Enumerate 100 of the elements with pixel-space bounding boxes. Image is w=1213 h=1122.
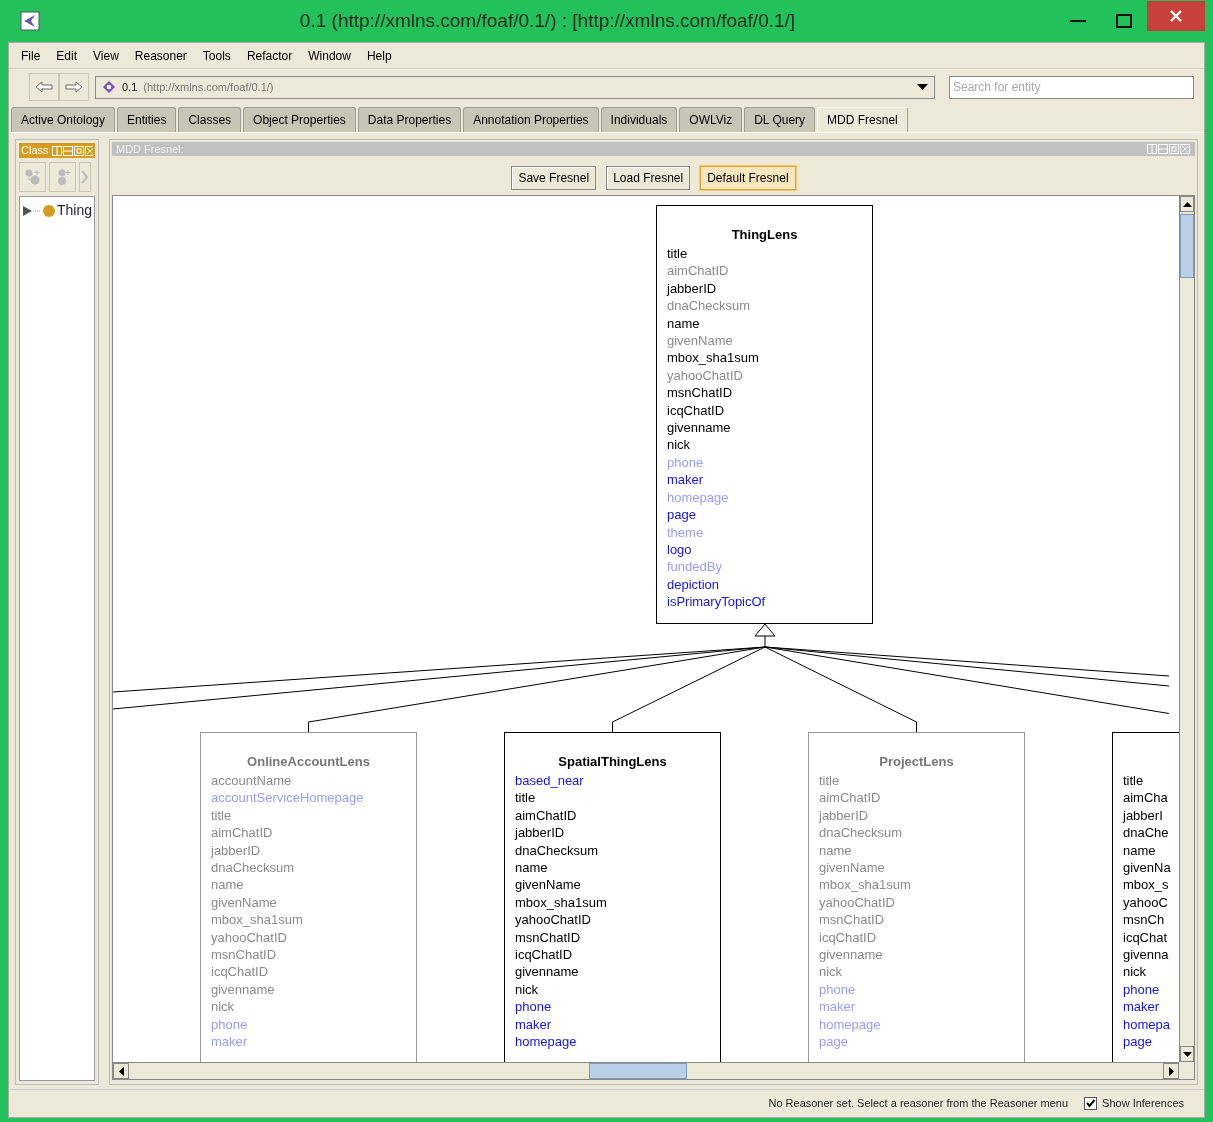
property-item[interactable]: name: [1123, 841, 1156, 860]
property-item[interactable]: dnaChecksum: [819, 824, 903, 842]
property-item[interactable]: title: [667, 245, 688, 263]
delete-button[interactable]: [79, 162, 91, 192]
lens-box[interactable]: SpatialThingLens based_near title aimChatID jabberID dnaChecksum name givenName mbox_sha1sum yahooChatID msnChatID icqChatID givenname nick phone maker homepage: [504, 732, 721, 1062]
property-item[interactable]: nick: [819, 963, 843, 981]
menu-item[interactable]: Refactor: [238, 46, 301, 65]
property-item[interactable]: phone: [1123, 980, 1160, 999]
scroll-right-button[interactable]: [1163, 1063, 1179, 1079]
property-item[interactable]: dnaChecksum: [667, 297, 751, 315]
lens-box[interactable]: ProjectLens title aimChatID jabberID dnaChecksum name givenName mbox_sha1sum yahooChatID msnChatID icqChatID givenname nick phone maker homepage page: [808, 732, 1025, 1062]
property-item[interactable]: icqChatID: [667, 401, 725, 420]
property-item[interactable]: givenname: [211, 980, 275, 999]
property-item[interactable]: yahooChatID: [515, 911, 591, 929]
menu-item[interactable]: Help: [358, 46, 400, 65]
property-item[interactable]: jabberI: [1123, 806, 1163, 825]
menu-item[interactable]: View: [85, 46, 127, 65]
property-item[interactable]: givenName: [515, 876, 581, 894]
property-item[interactable]: mbox_sha1sum: [211, 911, 303, 929]
property-item[interactable]: icqChat: [1123, 928, 1168, 947]
back-button[interactable]: [29, 73, 59, 101]
property-item[interactable]: givenname: [667, 419, 731, 437]
property-item[interactable]: givenNa: [1123, 859, 1171, 877]
property-item[interactable]: nick: [667, 436, 691, 454]
property-item[interactable]: msnChatID: [819, 911, 885, 929]
property-item[interactable]: maker: [1123, 998, 1160, 1016]
tab[interactable]: MDD Fresnel: [817, 107, 908, 132]
property-item[interactable]: based_near: [515, 772, 584, 790]
add-subclass-button[interactable]: [19, 162, 46, 192]
fresnel-button[interactable]: Save Fresnel: [511, 166, 597, 190]
property-item[interactable]: isPrimaryTopicOf: [667, 593, 766, 611]
property-item[interactable]: mbox_sha1sum: [515, 893, 607, 912]
property-item[interactable]: givenName: [667, 332, 733, 350]
menu-item[interactable]: Tools: [194, 46, 239, 65]
lens-box[interactable]: ThingLens title aimChatID jabberID dnaChecksum name givenName mbox_sha1sum yahooChatID msnChatID icqChatID givenname nick phone maker homepage page theme logo fundedBy depiction isPrimaryTopicOf: [656, 205, 873, 624]
tab[interactable]: Entities: [117, 107, 177, 132]
property-item[interactable]: yahooChatID: [667, 366, 743, 385]
scroll-left-button[interactable]: [113, 1063, 129, 1079]
tab[interactable]: OWLViz: [679, 107, 743, 132]
property-item[interactable]: msnCh: [1123, 911, 1165, 929]
property-item[interactable]: givenname: [515, 963, 579, 981]
tab[interactable]: Individuals: [600, 107, 678, 132]
menu-item[interactable]: File: [13, 46, 49, 65]
property-item[interactable]: msnChatID: [211, 946, 277, 964]
property-item[interactable]: jabberID: [211, 841, 261, 860]
property-item[interactable]: yahooC: [1123, 893, 1168, 912]
property-item[interactable]: icqChatID: [211, 963, 269, 981]
tab[interactable]: Active Ontology: [11, 107, 116, 132]
property-item[interactable]: homepage: [515, 1033, 577, 1051]
property-item[interactable]: aimChatID: [667, 262, 729, 280]
property-item[interactable]: page: [1123, 1033, 1152, 1051]
tab[interactable]: Annotation Properties: [463, 107, 599, 132]
tab[interactable]: Object Properties: [243, 107, 356, 132]
property-item[interactable]: nick: [515, 980, 539, 999]
property-item[interactable]: aimChatID: [515, 806, 577, 825]
menu-item[interactable]: Edit: [48, 46, 86, 65]
property-item[interactable]: givenName: [211, 893, 277, 912]
tree-item[interactable]: Thing: [56, 200, 92, 221]
property-item[interactable]: aimCha: [1123, 789, 1168, 807]
horizontal-scrollbar[interactable]: [113, 1062, 1179, 1079]
property-item[interactable]: nick: [211, 998, 235, 1016]
property-item[interactable]: mbox_sha1sum: [819, 876, 911, 894]
property-item[interactable]: homepa: [1123, 1015, 1170, 1034]
property-item[interactable]: jabberID: [667, 279, 717, 298]
tab[interactable]: Data Properties: [357, 107, 462, 132]
property-item[interactable]: dnaChecksum: [211, 859, 295, 877]
property-item[interactable]: depiction: [667, 575, 720, 594]
lens-box[interactable]: OnlineAccountLens accountName accountServiceHomepage title aimChatID jabberID dnaChecksum name givenName mbox_sha1sum yahooChatID msnChatID icqChatID givenname nick phone maker: [200, 732, 417, 1062]
close-button[interactable]: [1147, 1, 1205, 31]
search-field[interactable]: Search for entity: [949, 75, 1194, 99]
scroll-down-button[interactable]: [1180, 1046, 1194, 1062]
property-item[interactable]: nick: [1123, 963, 1147, 981]
property-item[interactable]: aimChatID: [819, 789, 881, 807]
property-item[interactable]: name: [667, 314, 700, 333]
property-item[interactable]: msnChatID: [515, 928, 581, 947]
forward-button[interactable]: [59, 73, 89, 101]
property-item[interactable]: title: [1123, 772, 1144, 790]
menu-item[interactable]: Window: [300, 46, 359, 65]
lens-box[interactable]: title aimCha jabberI dnaChe name givenNa mbox_s yahooC msnCh icqChat givenna nick phone maker homepa page: [1112, 732, 1179, 1062]
property-item[interactable]: dnaChe: [1123, 824, 1169, 842]
property-item[interactable]: dnaChecksum: [515, 841, 599, 860]
fresnel-button[interactable]: Load Fresnel: [606, 166, 691, 190]
property-item[interactable]: givenname: [819, 946, 883, 964]
property-item[interactable]: givenName: [819, 859, 885, 877]
vertical-scrollbar[interactable]: [1179, 196, 1194, 1062]
fresnel-button[interactable]: Default Fresnel: [700, 166, 796, 190]
property-item[interactable]: jabberID: [819, 806, 869, 825]
property-item[interactable]: accountName: [211, 772, 292, 790]
scroll-thumb[interactable]: [589, 1063, 687, 1079]
expand-arrow-icon[interactable]: [22, 204, 42, 217]
property-item[interactable]: yahooChatID: [819, 893, 895, 912]
add-sibling-button[interactable]: [49, 162, 76, 192]
property-item[interactable]: jabberID: [515, 824, 565, 842]
property-item[interactable]: page: [667, 506, 696, 524]
property-item[interactable]: msnChatID: [667, 384, 733, 402]
ontology-dropdown[interactable]: 0.1 (http://xmlns.com/foaf/0.1/): [95, 75, 935, 99]
property-item[interactable]: icqChatID: [515, 946, 573, 964]
property-item[interactable]: maker: [515, 1015, 552, 1034]
property-item[interactable]: mbox_s: [1123, 876, 1169, 894]
scroll-up-button[interactable]: [1180, 196, 1194, 212]
